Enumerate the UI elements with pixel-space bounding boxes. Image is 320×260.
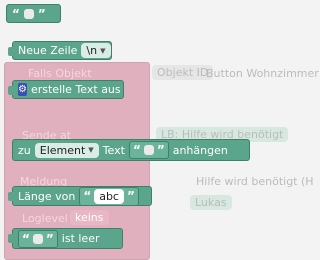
newline-dropdown-value: \n xyxy=(86,44,98,57)
quote-close: ” xyxy=(45,231,54,246)
quote-open: “ xyxy=(83,189,92,203)
nested-text-block[interactable]: “ ” xyxy=(18,229,58,248)
loglevel-label: Loglevel xyxy=(22,212,68,225)
empty-text-slot[interactable] xyxy=(143,145,154,155)
quote-close: ” xyxy=(37,6,46,21)
create-text-block[interactable]: ⚙ erstelle Text aus xyxy=(8,80,124,99)
lukas-field: Lukas xyxy=(190,195,232,210)
newline-label: Neue Zeile xyxy=(18,44,78,57)
append-suffix: anhängen xyxy=(172,143,228,157)
quote-open: “ xyxy=(12,6,20,21)
empty-text-slot[interactable] xyxy=(23,8,34,19)
quote-close: ” xyxy=(126,189,135,203)
abc-text-field[interactable]: abc xyxy=(94,188,124,204)
newline-block[interactable]: Neue Zeile \n ▼ xyxy=(8,41,112,60)
nested-text-abc[interactable]: “ abc ” xyxy=(79,186,139,206)
quote-close: ” xyxy=(156,143,165,157)
falls-objekt-label: Falls Objekt xyxy=(28,67,92,80)
gear-icon[interactable]: ⚙ xyxy=(18,83,27,96)
length-label: Länge von xyxy=(18,189,76,203)
element-dropdown-value: Element xyxy=(39,143,86,157)
element-dropdown[interactable]: Element ▼ xyxy=(34,142,99,158)
chevron-down-icon: ▼ xyxy=(100,46,106,55)
empty-text-slot[interactable] xyxy=(32,233,43,244)
is-empty-block[interactable]: “ ” ist leer xyxy=(8,228,123,249)
length-block[interactable]: Länge von “ abc ” xyxy=(8,186,152,206)
create-text-label: erstelle Text aus xyxy=(30,83,121,96)
quote-open: “ xyxy=(132,143,141,157)
chevron-down-icon: ▼ xyxy=(88,146,94,154)
quote-open: “ xyxy=(22,231,30,246)
append-text-block[interactable]: zu Element ▼ Text “ ” anhängen xyxy=(12,139,250,161)
is-empty-label: ist leer xyxy=(61,232,100,245)
keins-dropdown: keins xyxy=(70,210,109,225)
button-name-label: Button Wohnzimmer xyxy=(206,67,319,80)
text-empty-block[interactable]: “ ” xyxy=(6,4,61,23)
append-prefix: zu xyxy=(18,143,31,157)
objekt-id-field: Objekt ID xyxy=(152,65,214,80)
newline-dropdown[interactable]: \n ▼ xyxy=(81,43,111,58)
hilfe-label-2: Hilfe wird benötigt (H xyxy=(196,175,314,188)
nested-text-block[interactable]: “ ” xyxy=(128,141,169,159)
append-middle: Text xyxy=(102,143,125,157)
